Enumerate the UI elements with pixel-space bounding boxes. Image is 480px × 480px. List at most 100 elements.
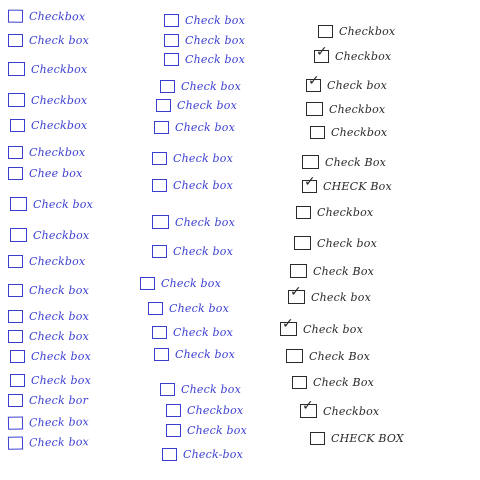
checkbox-item[interactable]: Checkbox bbox=[318, 25, 395, 38]
checkbox-item[interactable]: ✓ Checkbox bbox=[314, 45, 391, 63]
checkbox-item[interactable]: Checkbox bbox=[8, 62, 87, 76]
checkbox[interactable] bbox=[10, 197, 27, 211]
checkbox[interactable] bbox=[7, 416, 24, 430]
checkbox[interactable] bbox=[8, 93, 25, 107]
checkbox-item[interactable]: Check box bbox=[152, 179, 233, 192]
checkbox[interactable] bbox=[152, 245, 167, 258]
checkbox[interactable] bbox=[8, 394, 23, 407]
checkbox[interactable] bbox=[152, 152, 167, 165]
checkbox[interactable] bbox=[152, 326, 167, 339]
checkbox[interactable] bbox=[318, 25, 333, 38]
checkbox[interactable]: ✓ bbox=[306, 74, 321, 92]
checkbox-item[interactable]: Check box bbox=[164, 53, 245, 66]
checkbox-item[interactable]: Check box bbox=[154, 121, 235, 134]
checkbox-item[interactable]: ✓ Check box bbox=[280, 317, 363, 336]
checkbox[interactable] bbox=[310, 432, 325, 445]
checkbox[interactable] bbox=[292, 376, 307, 389]
checkbox[interactable] bbox=[156, 99, 171, 112]
checkbox-item[interactable]: CHECK BOX bbox=[310, 432, 404, 445]
checkbox-item[interactable]: Check box bbox=[10, 350, 91, 363]
checkbox[interactable] bbox=[140, 277, 155, 290]
checkbox-item[interactable]: Check box bbox=[294, 236, 377, 250]
checkbox[interactable] bbox=[154, 121, 169, 134]
checkbox-item[interactable]: Check bor bbox=[8, 394, 88, 407]
checkbox-item[interactable]: Check box bbox=[160, 383, 241, 396]
checkbox-item[interactable]: Check Box bbox=[302, 155, 386, 169]
checkbox[interactable] bbox=[290, 264, 307, 278]
checkbox[interactable] bbox=[10, 374, 25, 387]
checkbox[interactable]: ✓ bbox=[288, 285, 305, 304]
checkbox-item[interactable]: Checkbox bbox=[166, 404, 243, 417]
checkbox-item[interactable]: Check box bbox=[152, 152, 233, 165]
checkbox-item[interactable]: Check Box bbox=[286, 349, 370, 363]
checkbox-item[interactable]: Check box bbox=[7, 435, 89, 450]
checkbox-item[interactable]: Check box bbox=[8, 310, 89, 323]
checkbox[interactable] bbox=[160, 383, 175, 396]
checkbox-item[interactable]: Check box bbox=[10, 197, 93, 211]
checkbox[interactable]: ✓ bbox=[302, 175, 317, 193]
checkbox[interactable]: ✓ bbox=[280, 317, 297, 336]
checkbox[interactable] bbox=[8, 62, 25, 76]
checkbox-item[interactable]: Check box bbox=[164, 14, 245, 27]
checkbox-item[interactable]: Check box bbox=[8, 330, 89, 343]
checkbox[interactable] bbox=[164, 34, 179, 47]
checkbox-item[interactable]: Check box bbox=[152, 326, 233, 339]
checkbox-item[interactable]: Checkbox bbox=[306, 102, 385, 116]
checkbox-item[interactable]: Check box bbox=[164, 34, 245, 47]
checkbox-item[interactable]: ✓ Check box bbox=[306, 74, 387, 92]
checkbox[interactable] bbox=[164, 14, 179, 27]
checkbox[interactable] bbox=[166, 404, 181, 417]
checkbox-item[interactable]: Check box bbox=[8, 34, 89, 47]
checkbox[interactable] bbox=[8, 255, 23, 268]
checkbox[interactable] bbox=[310, 126, 325, 139]
checkbox-item[interactable]: Chee box bbox=[8, 167, 83, 180]
checkbox[interactable] bbox=[10, 119, 25, 132]
checkbox[interactable]: ✓ bbox=[314, 45, 329, 63]
checkbox[interactable] bbox=[306, 102, 323, 116]
checkbox-item[interactable]: ✓ Checkbox bbox=[300, 399, 379, 418]
checkbox-item[interactable]: Checkbox bbox=[296, 206, 373, 219]
checkbox[interactable] bbox=[162, 448, 177, 461]
checkbox-item[interactable]: Check box bbox=[152, 245, 233, 258]
checkbox-item[interactable]: Checkbox bbox=[8, 93, 87, 107]
checkbox-item[interactable]: Check box bbox=[154, 348, 235, 361]
checkbox[interactable]: ✓ bbox=[300, 399, 317, 418]
checkbox[interactable] bbox=[8, 167, 23, 180]
checkbox[interactable] bbox=[154, 348, 169, 361]
checkbox[interactable] bbox=[8, 284, 23, 297]
checkbox-item[interactable]: Check-box bbox=[162, 448, 243, 461]
checkbox-item[interactable]: ✓ Check box bbox=[288, 285, 371, 304]
checkbox[interactable] bbox=[296, 206, 311, 219]
checkbox[interactable] bbox=[8, 34, 23, 47]
checkbox[interactable] bbox=[164, 53, 179, 66]
checkbox-item[interactable]: Check box bbox=[10, 374, 91, 387]
checkbox-item[interactable]: Checkbox bbox=[7, 9, 85, 23]
checkbox[interactable] bbox=[148, 302, 163, 315]
checkbox[interactable] bbox=[8, 330, 23, 343]
checkbox-item[interactable]: Check box bbox=[156, 99, 237, 112]
checkbox-item[interactable]: Check box bbox=[160, 80, 241, 93]
checkbox[interactable] bbox=[166, 424, 181, 437]
checkbox[interactable] bbox=[152, 215, 169, 229]
checkbox[interactable] bbox=[160, 80, 175, 93]
checkbox-item[interactable]: Checkbox bbox=[10, 228, 89, 242]
checkbox-item[interactable]: Checkbox bbox=[310, 126, 387, 139]
checkbox[interactable] bbox=[302, 155, 319, 169]
checkbox[interactable] bbox=[294, 236, 311, 250]
checkbox-item[interactable]: Checkbox bbox=[8, 146, 85, 159]
checkbox-item[interactable]: Check box bbox=[8, 284, 89, 297]
checkbox-item[interactable]: Check Box bbox=[292, 376, 374, 389]
checkbox-item[interactable]: Check box bbox=[166, 424, 247, 437]
checkbox-item[interactable]: Check box bbox=[152, 215, 235, 229]
checkbox[interactable] bbox=[8, 146, 23, 159]
checkbox-item[interactable]: Check box bbox=[7, 415, 89, 430]
checkbox[interactable] bbox=[8, 310, 23, 323]
checkbox-item[interactable]: Checkbox bbox=[8, 255, 85, 268]
checkbox-item[interactable]: Checkbox bbox=[10, 119, 87, 132]
checkbox[interactable] bbox=[10, 350, 25, 363]
checkbox-item[interactable]: Check box bbox=[148, 302, 229, 315]
checkbox[interactable] bbox=[7, 436, 24, 450]
checkbox[interactable] bbox=[7, 9, 24, 23]
checkbox-item[interactable]: Check box bbox=[140, 277, 221, 290]
checkbox-item[interactable]: ✓ CHECK Box bbox=[302, 175, 392, 193]
